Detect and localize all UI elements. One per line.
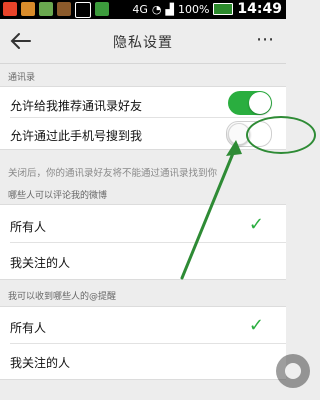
assistive-touch-button[interactable] [276, 354, 310, 388]
annotation-arrow [180, 140, 242, 280]
